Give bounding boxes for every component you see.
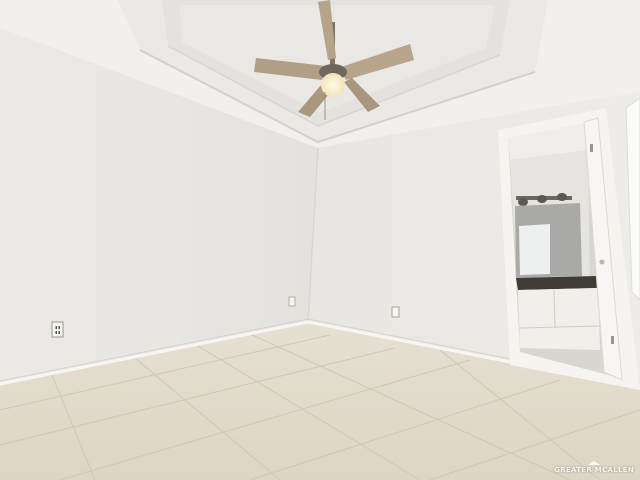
- wall-outlet: [391, 306, 400, 318]
- brokerage-watermark: GREATER MCALLEN: [554, 461, 634, 474]
- door-hinge: [611, 336, 614, 344]
- wall-outlet: [51, 321, 64, 338]
- room-illustration: [0, 0, 640, 480]
- vanity-countertop: [516, 276, 598, 290]
- vanity-cabinet: [518, 288, 600, 350]
- watermark-text: GREATER MCALLEN: [554, 466, 634, 474]
- door-knob: [599, 259, 605, 265]
- wall-outlet: [288, 296, 296, 307]
- house-roof-icon: [588, 461, 601, 465]
- door-hinge: [590, 144, 593, 152]
- mirror-reflection: [519, 224, 550, 275]
- empty-bedroom-photo: GREATER MCALLEN: [0, 0, 640, 480]
